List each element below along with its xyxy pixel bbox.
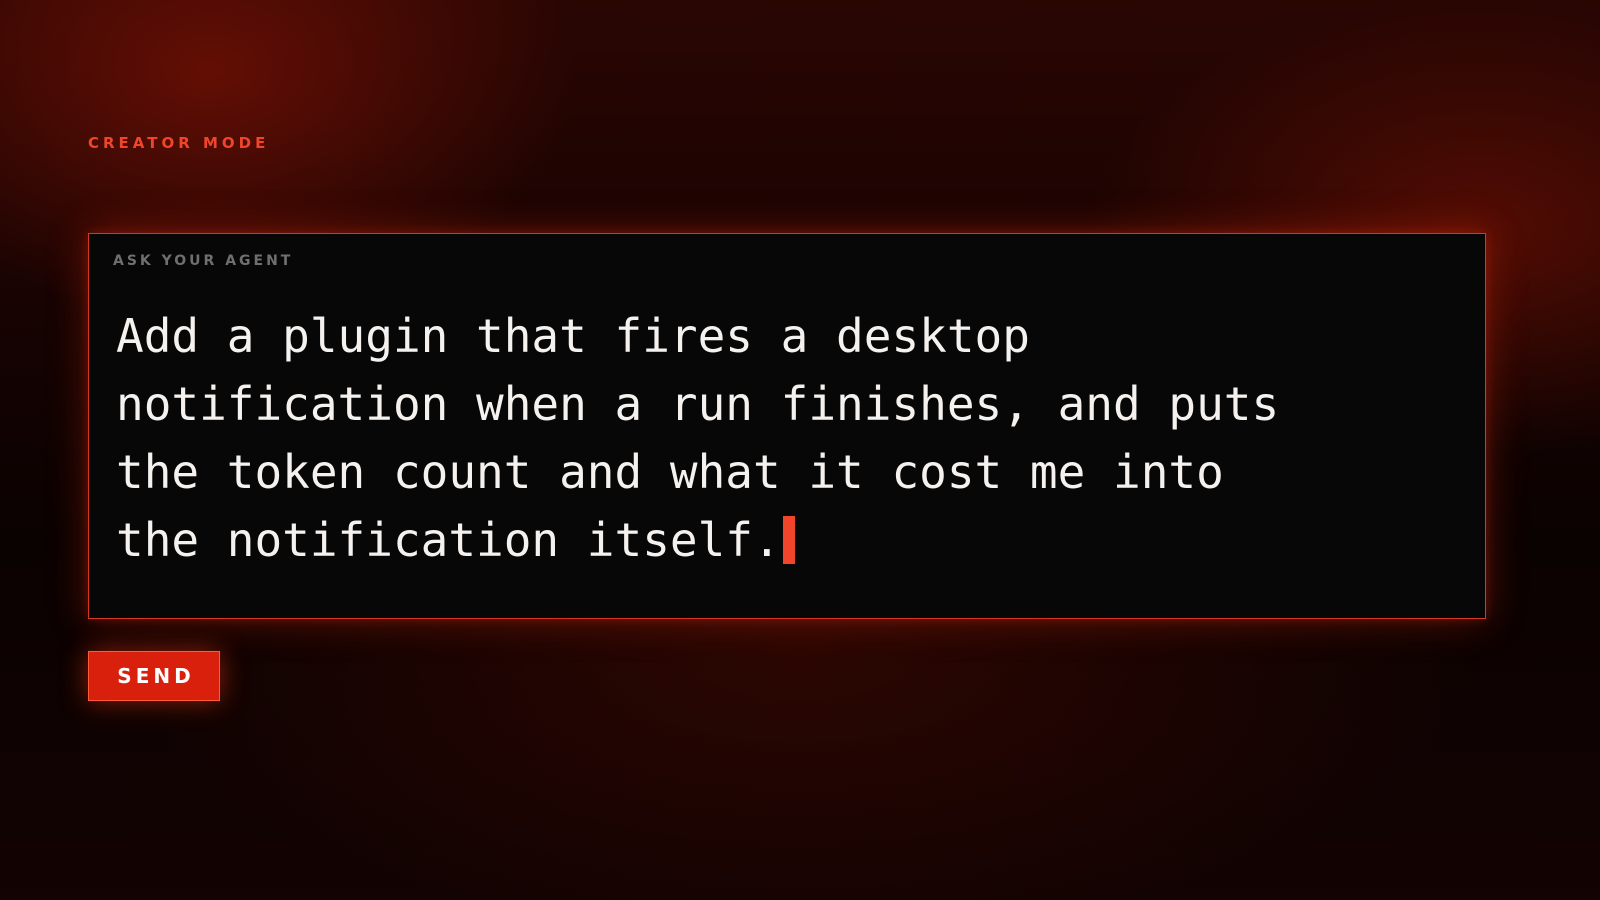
prompt-input[interactable]: Add a plugin that fires a desktop notifi… [116, 302, 1296, 574]
prompt-input-panel[interactable]: ASK YOUR AGENT Add a plugin that fires a… [88, 233, 1486, 619]
prompt-field-label: ASK YOUR AGENT [113, 253, 294, 269]
send-button[interactable]: SEND [88, 651, 220, 701]
prompt-text: Add a plugin that fires a desktop notifi… [116, 309, 1280, 567]
mode-label: CREATOR MODE [88, 134, 270, 152]
text-cursor [782, 516, 795, 564]
